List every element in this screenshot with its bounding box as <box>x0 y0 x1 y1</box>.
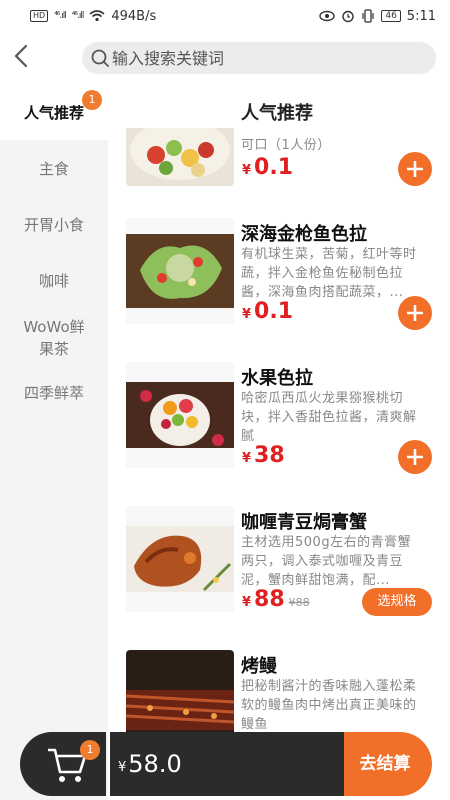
search-icon <box>91 49 109 67</box>
currency-symbol: ¥ <box>242 451 252 466</box>
wifi-icon <box>89 10 105 22</box>
sidebar-item-appetizer[interactable]: 开胃小食 <box>0 214 108 236</box>
product-price: ¥ 0.1 <box>242 155 293 180</box>
currency-symbol: ¥ <box>118 759 127 775</box>
hd-badge: HD <box>30 10 49 22</box>
plus-icon <box>407 161 423 177</box>
price-value: 0.1 <box>254 299 294 324</box>
price-value: 88 <box>254 587 285 612</box>
sidebar-badge: 1 <box>82 90 102 110</box>
search-box[interactable] <box>82 42 436 74</box>
sidebar-item-fruit-tea[interactable]: WoWo鲜果茶 <box>0 316 108 360</box>
search-input[interactable] <box>112 48 412 68</box>
product-list: 可口（1人份） ¥ 0.1 深海金枪鱼色拉 有机球生菜，苦菊，红叶等时蔬，拌入金… <box>108 128 450 800</box>
select-spec-button[interactable]: 选规格 <box>362 588 432 616</box>
sidebar-item-coffee[interactable]: 咖啡 <box>0 270 108 292</box>
product-name: 咖喱青豆焗膏蟹 <box>241 512 367 533</box>
product-name: 水果色拉 <box>241 368 313 389</box>
add-to-cart-button[interactable] <box>398 152 432 186</box>
clock: 5:11 <box>406 8 436 24</box>
product-name: 烤鳗 <box>241 656 277 677</box>
product-desc: 主材选用500g左右的青膏蟹两只，调入泰式咖喱及青豆泥，蟹肉鲜甜饱满，配... <box>241 535 412 588</box>
sidebar-item-popular[interactable]: 人气推荐 1 <box>0 86 108 140</box>
product-desc: 把秘制酱汁的香味融入蓬松柔软的鳗鱼肉中烤出真正美味的鳗鱼 <box>241 679 417 732</box>
currency-symbol: ¥ <box>242 163 252 178</box>
status-right: 46 5:11 <box>319 9 436 24</box>
product-desc: 可口（1人份） <box>241 138 331 153</box>
category-sidebar: 人气推荐 1 主食 开胃小食 咖啡 WoWo鲜果茶 四季鲜萃 <box>0 86 108 800</box>
back-arrow-icon[interactable] <box>10 42 36 70</box>
product-image <box>126 128 234 186</box>
sidebar-item-label: 人气推荐 <box>23 104 84 122</box>
vibrate-icon <box>362 9 374 23</box>
product-image <box>126 362 234 468</box>
sidebar-item-seasonal[interactable]: 四季鲜萃 <box>0 382 108 404</box>
currency-symbol: ¥ <box>242 595 252 610</box>
add-to-cart-button[interactable] <box>398 440 432 474</box>
checkout-button[interactable]: 去结算 <box>344 732 432 796</box>
currency-symbol: ¥ <box>242 307 252 322</box>
category-title: 人气推荐 <box>241 103 313 124</box>
price-value: 38 <box>254 443 285 468</box>
status-left: HD ⁴⁶.ıll ⁴⁶.ıll 494B/s <box>30 9 156 24</box>
product-price: ¥ 38 <box>242 443 285 468</box>
product-image <box>126 506 234 612</box>
product-image <box>126 218 234 324</box>
plus-icon <box>407 449 423 465</box>
product-desc: 有机球生菜，苦菊，红叶等时蔬，拌入金枪鱼佐秘制色拉酱，深海鱼肉搭配蔬菜，... <box>241 247 417 300</box>
cart-button[interactable]: 1 <box>20 732 106 796</box>
price-value: 0.1 <box>254 155 294 180</box>
original-price: ¥88 <box>288 596 310 609</box>
search-header <box>0 32 450 82</box>
plus-icon <box>407 305 423 321</box>
product-name: 深海金枪鱼色拉 <box>241 224 367 245</box>
net-speed: 494B/s <box>111 8 157 24</box>
cart-total: 58.0 <box>128 750 182 778</box>
signal-icon-2: ⁴⁶.ıll <box>71 11 85 21</box>
battery-icon: 46 <box>381 10 401 22</box>
status-bar: HD ⁴⁶.ıll ⁴⁶.ıll 494B/s 46 5:11 <box>0 0 450 32</box>
alarm-icon <box>342 10 355 23</box>
sidebar-item-staple[interactable]: 主食 <box>0 158 108 180</box>
eye-icon <box>319 10 336 22</box>
product-price: ¥ 88 ¥88 <box>242 587 310 612</box>
cart-count-badge: 1 <box>80 740 100 760</box>
product-price: ¥ 0.1 <box>242 299 293 324</box>
add-to-cart-button[interactable] <box>398 296 432 330</box>
cart-total-bar: ¥ 58.0 <box>110 732 344 796</box>
signal-icon: ⁴⁶.ıll <box>54 11 67 21</box>
product-desc: 哈密瓜西瓜火龙果猕猴桃切块，拌入香甜色拉酱，清爽解腻 <box>241 391 417 444</box>
